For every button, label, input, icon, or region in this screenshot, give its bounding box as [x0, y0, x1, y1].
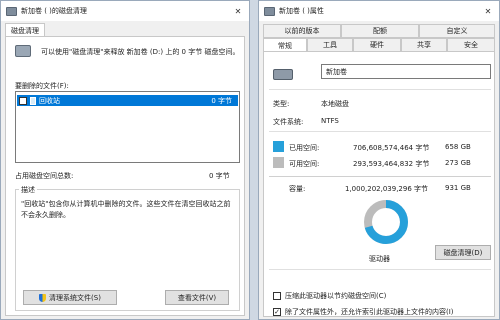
tab-disk-cleanup[interactable]: 磁盘清理 — [5, 23, 45, 37]
tab-hardware[interactable]: 硬件 — [353, 38, 401, 52]
description-text: "回收站"包含你从计算机中删除的文件。这些文件在清空回收站之前不会永久删除。 — [21, 200, 231, 219]
index-checkbox[interactable]: ✓ — [273, 308, 281, 316]
divider — [269, 269, 491, 270]
index-label: 除了文件属性外，还允许索引此驱动器上文件的内容(I) — [285, 308, 454, 316]
close-icon[interactable]: ✕ — [227, 1, 249, 21]
file-system-value: NTFS — [321, 117, 339, 125]
disk-cleanup-button[interactable]: 磁盘清理(D) — [435, 245, 491, 260]
type-label: 类型: — [273, 100, 290, 108]
recycle-bin-icon — [30, 96, 36, 105]
capacity-gb: 931 GB — [445, 184, 471, 192]
properties-title: 新加卷 ( )属性 — [279, 7, 324, 15]
free-space-swatch — [273, 157, 284, 168]
tab-previous-versions-label: 以前的版本 — [284, 27, 320, 35]
tab-disk-cleanup-label: 磁盘清理 — [11, 26, 39, 35]
tab-security[interactable]: 安全 — [447, 38, 495, 52]
compress-option[interactable]: 压缩此驱动器以节约磁盘空间(C) — [273, 291, 386, 301]
tab-hardware-label: 硬件 — [370, 41, 384, 49]
recycle-bin-label: 回收站 — [39, 96, 60, 105]
tab-quota-label: 配额 — [373, 27, 387, 35]
tab-quota[interactable]: 配额 — [341, 24, 419, 38]
tab-general-label: 常规 — [278, 41, 292, 50]
tab-previous-versions[interactable]: 以前的版本 — [263, 24, 341, 38]
capacity-bytes: 1,000,202,039,296 字节 — [345, 185, 429, 193]
drive-app-icon — [264, 6, 275, 16]
files-list[interactable]: 回收站 0 字节 — [15, 91, 240, 163]
divider — [269, 131, 491, 132]
free-space-gb: 273 GB — [445, 159, 471, 167]
used-space-gb: 658 GB — [445, 143, 471, 151]
tab-tools-label: 工具 — [323, 41, 337, 49]
free-space-bytes: 293,593,464,832 字节 — [353, 160, 430, 168]
disk-cleanup-button-label: 磁盘清理(D) — [443, 248, 483, 257]
drive-label: 驱动器 — [369, 255, 390, 263]
properties-window: 新加卷 ( )属性 ✕ 以前的版本 配额 自定义 常规 工具 硬件 共享 安全 … — [258, 0, 500, 320]
index-option[interactable]: ✓ 除了文件属性外，还允许索引此驱动器上文件的内容(I) — [273, 307, 454, 317]
tab-sharing[interactable]: 共享 — [401, 38, 447, 52]
tab-sharing-label: 共享 — [417, 41, 431, 49]
intro-text: 可以使用"磁盘清理"来释放 新加卷 (D:) 上的 0 字节 磁盘空间。 — [41, 48, 240, 56]
files-to-delete-label: 要删除的文件(F): — [15, 82, 69, 90]
drive-icon — [273, 69, 293, 80]
disk-cleanup-icon — [15, 45, 31, 57]
tab-customize-label: 自定义 — [446, 27, 468, 35]
disk-cleanup-titlebar: 新加卷 ( )的磁盘清理 ✕ — [1, 1, 249, 21]
recycle-bin-size: 0 字节 — [211, 96, 232, 105]
file-system-label: 文件系统: — [273, 118, 304, 126]
capacity-label: 容量: — [289, 185, 306, 193]
disk-cleanup-window: 新加卷 ( )的磁盘清理 ✕ 磁盘清理 可以使用"磁盘清理"来释放 新加卷 (D… — [0, 0, 250, 320]
view-files-button[interactable]: 查看文件(V) — [165, 290, 229, 305]
divider — [269, 176, 491, 177]
tab-customize[interactable]: 自定义 — [419, 24, 495, 38]
used-space-swatch — [273, 141, 284, 152]
disk-cleanup-title: 新加卷 ( )的磁盘清理 — [21, 7, 87, 15]
description-label: 描述 — [19, 185, 37, 195]
clean-system-files-button[interactable]: 清理系统文件(S) — [23, 290, 117, 305]
total-space-label: 占用磁盘空间总数: — [15, 172, 74, 180]
volume-name-value: 新加卷 — [326, 67, 347, 76]
compress-checkbox[interactable] — [273, 292, 281, 300]
divider — [269, 89, 491, 90]
used-space-label: 已用空间: — [289, 144, 320, 152]
properties-titlebar: 新加卷 ( )属性 ✕ — [259, 1, 499, 21]
disk-cleanup-app-icon — [6, 6, 17, 16]
free-space-label: 可用空间: — [289, 160, 320, 168]
view-files-label: 查看文件(V) — [177, 293, 217, 302]
shield-icon — [39, 293, 47, 302]
volume-name-input[interactable]: 新加卷 — [321, 64, 491, 79]
total-space-value: 0 字节 — [209, 172, 230, 180]
list-item[interactable]: 回收站 0 字节 — [17, 95, 238, 106]
tab-tools[interactable]: 工具 — [307, 38, 353, 52]
clean-system-files-label: 清理系统文件(S) — [49, 293, 101, 302]
tab-general[interactable]: 常规 — [263, 38, 307, 52]
usage-donut-chart — [364, 200, 408, 244]
tab-security-label: 安全 — [464, 41, 478, 49]
used-space-bytes: 706,608,574,464 字节 — [353, 144, 430, 152]
compress-label: 压缩此驱动器以节约磁盘空间(C) — [285, 292, 387, 300]
close-icon[interactable]: ✕ — [477, 1, 499, 21]
type-value: 本地磁盘 — [321, 100, 349, 108]
recycle-bin-checkbox[interactable] — [19, 96, 27, 105]
